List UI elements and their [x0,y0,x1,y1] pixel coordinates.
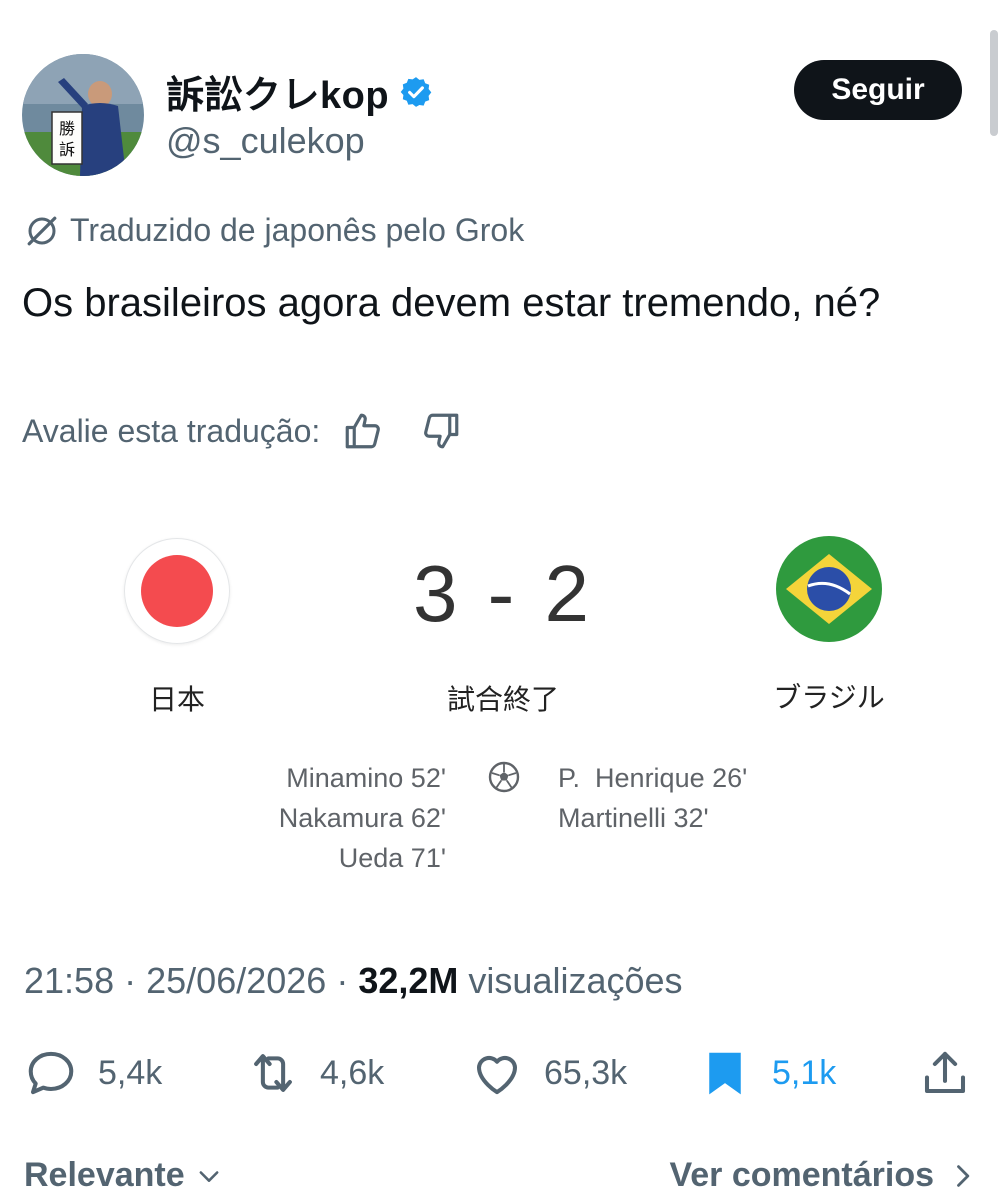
home-scorer: Ueda 71' [338,843,446,873]
grok-icon [27,216,57,245]
translation-notice-text: Traduzido de japonês pelo Grok [70,212,525,248]
repost-count: 4,6k [320,1053,385,1092]
home-scorer: Minamino 52' [286,763,446,793]
view-comments-label: Ver comentários [669,1156,934,1194]
thumbs-up-icon[interactable] [342,410,384,452]
away-scorers: P. Henrique 26' Martinelli 32' [558,758,747,838]
reply-count: 5,4k [98,1053,163,1092]
share-button[interactable] [918,1046,972,1100]
author-handle[interactable]: @s_culekop [166,120,365,162]
avatar-image: 勝 訴 [22,54,144,176]
away-scorer: P. Henrique 26' [558,763,748,793]
tweet-date[interactable]: 25/06/2026 [146,960,326,1001]
match-status: 試合終了 [446,684,559,715]
translation-notice: Traduzido de japonês pelo Grok [24,212,524,249]
japan-flag-disc [141,555,213,627]
chevron-down-icon [199,1170,219,1182]
views-count[interactable]: 32,2M [358,960,458,1001]
japan-flag-icon [124,538,230,644]
home-scorers: Minamino 52' Nakamura 62' Ueda 71' [279,758,446,878]
heart-icon [476,1055,518,1095]
rate-translation: Avalie esta tradução: [22,410,498,452]
brazil-flag-icon [776,536,882,642]
view-comments-link[interactable]: Ver comentários [669,1156,976,1195]
reply-button[interactable]: 5,4k [24,1046,162,1100]
tweet-meta: 21:58 · 25/06/2026 · 32,2M visualizações [24,960,683,1002]
reply-icon [28,1051,74,1095]
bookmark-count: 5,1k [772,1053,837,1092]
chevron-right-icon [957,1164,970,1187]
scrollbar[interactable] [990,30,998,136]
author-name-row: 訴訟クレkop [166,64,433,119]
verified-badge-icon [400,76,432,107]
home-scorer: Nakamura 62' [278,803,446,833]
thumbs-down-icon[interactable] [420,410,462,452]
sort-replies-dropdown[interactable]: Relevante [24,1156,223,1195]
away-team-name: ブラジル [773,682,885,713]
tweet-time[interactable]: 21:58 [24,960,114,1001]
author-display-name[interactable]: 訴訟クレkop [166,64,389,119]
meta-separator: · [336,960,349,1001]
tweet-text: Os brasileiros agora devem estar tremend… [22,281,881,325]
share-icon [924,1051,966,1094]
like-count: 65,3k [544,1053,628,1092]
views-label: visualizações [468,960,683,1001]
soccer-ball-icon [488,761,520,793]
bookmark-button[interactable]: 5,1k [698,1046,836,1100]
bookmark-icon [709,1052,741,1095]
follow-button[interactable]: Seguir [794,60,962,120]
match-score: 3 - 2 [412,549,594,638]
home-team-name: 日本 [148,684,205,715]
sort-label: Relevante [24,1156,185,1194]
avatar-sign-char-2: 訴 [59,140,75,159]
meta-separator: · [124,960,137,1001]
avatar[interactable]: 勝 訴 [22,54,144,176]
repost-button[interactable]: 4,6k [246,1046,384,1100]
avatar-sign-char-1: 勝 [59,119,75,138]
rate-translation-label: Avalie esta tradução: [22,412,321,449]
away-scorer: Martinelli 32' [558,803,709,833]
repost-icon [254,1054,292,1092]
like-button[interactable]: 65,3k [470,1046,627,1100]
